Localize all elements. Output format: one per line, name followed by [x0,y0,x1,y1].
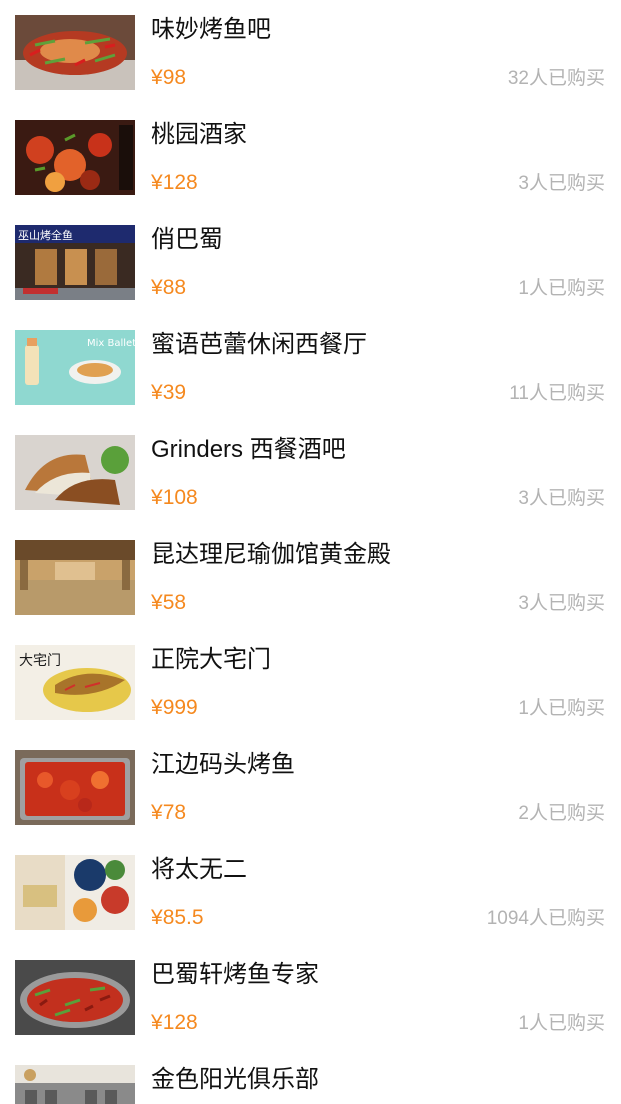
list-item[interactable]: 将太无二 ¥85.5 1094人已购买 [0,840,621,945]
price-value: 128 [162,1011,198,1034]
item-thumbnail [15,15,135,90]
item-thumbnail [15,855,135,930]
sold-count: 11人已购买 [509,383,605,404]
item-thumbnail [15,540,135,615]
list-item[interactable]: 巫山烤全鱼 俏巴蜀 ¥88 1人已购买 [0,210,621,315]
list-item[interactable]: 味妙烤鱼吧 ¥98 32人已购买 [0,0,621,105]
price-value: 999 [162,696,198,719]
list-item[interactable]: 金色阳光俱乐部 [0,1050,621,1104]
item-thumbnail [15,120,135,195]
list-item[interactable]: Mix Ballet 蜜语芭蕾休闲西餐厅 ¥39 11人已购买 [0,315,621,420]
currency-symbol: ¥ [151,381,163,404]
item-thumbnail: 巫山烤全鱼 [15,225,135,300]
item-price: ¥999 [151,694,198,722]
item-thumbnail: 大宅门 [15,645,135,720]
currency-symbol: ¥ [151,696,163,719]
currency-symbol: ¥ [151,801,163,824]
price-value: 108 [162,486,198,509]
sold-count: 1人已购买 [518,1013,605,1034]
item-price: ¥88 [151,274,186,302]
item-price: ¥58 [151,589,186,617]
item-name: 将太无二 [151,856,247,883]
merchant-list: 味妙烤鱼吧 ¥98 32人已购买 桃园酒家 ¥128 3人已购买 巫山烤全鱼 俏… [0,0,621,1104]
currency-symbol: ¥ [151,171,163,194]
item-name: 金色阳光俱乐部 [151,1066,319,1093]
item-price: ¥128 [151,1009,198,1037]
item-name: 江边码头烤鱼 [151,751,295,778]
sold-count: 1094人已购买 [486,908,605,929]
list-item[interactable]: 江边码头烤鱼 ¥78 2人已购买 [0,735,621,840]
item-price: ¥39 [151,379,186,407]
sold-count: 2人已购买 [518,803,605,824]
list-item[interactable]: 巴蜀轩烤鱼专家 ¥128 1人已购买 [0,945,621,1050]
price-value: 78 [162,801,187,824]
price-value: 98 [162,66,187,89]
price-value: 88 [162,276,187,299]
item-price: ¥108 [151,484,198,512]
sold-count: 1人已购买 [518,698,605,719]
item-name: 正院大宅门 [151,646,271,673]
item-price: ¥78 [151,799,186,827]
currency-symbol: ¥ [151,906,163,929]
sold-count: 3人已购买 [518,593,605,614]
dish-calligraphy-text: 大宅门 [19,653,61,669]
item-name: 昆达理尼瑜伽馆黄金殿 [151,541,391,568]
item-name: 味妙烤鱼吧 [151,16,271,43]
price-value: 128 [162,171,198,194]
item-thumbnail: Mix Ballet [15,330,135,405]
list-item[interactable]: 桃园酒家 ¥128 3人已购买 [0,105,621,210]
price-value: 58 [162,591,187,614]
item-thumbnail [15,960,135,1035]
currency-symbol: ¥ [151,1011,163,1034]
item-name: 桃园酒家 [151,121,247,148]
item-name: 俏巴蜀 [151,226,223,253]
item-thumbnail [15,435,135,510]
currency-symbol: ¥ [151,276,163,299]
item-price: ¥98 [151,64,186,92]
price-value: 39 [162,381,187,404]
currency-symbol: ¥ [151,486,163,509]
menu-brand-text: Mix Ballet [87,338,135,349]
currency-symbol: ¥ [151,591,163,614]
sold-count: 3人已购买 [518,173,605,194]
item-name: 巴蜀轩烤鱼专家 [151,961,319,988]
item-name: Grinders 西餐酒吧 [151,436,346,463]
sold-count: 1人已购买 [518,278,605,299]
storefront-sign-text: 巫山烤全鱼 [18,228,73,242]
price-value: 85.5 [162,906,204,929]
item-thumbnail [15,750,135,825]
currency-symbol: ¥ [151,66,163,89]
list-item[interactable]: 昆达理尼瑜伽馆黄金殿 ¥58 3人已购买 [0,525,621,630]
sold-count: 32人已购买 [507,68,605,89]
sold-count: 3人已购买 [518,488,605,509]
item-name: 蜜语芭蕾休闲西餐厅 [151,331,367,358]
item-thumbnail [15,1065,135,1104]
list-item[interactable]: Grinders 西餐酒吧 ¥108 3人已购买 [0,420,621,525]
item-price: ¥128 [151,169,198,197]
item-price: ¥85.5 [151,904,204,932]
list-item[interactable]: 大宅门 正院大宅门 ¥999 1人已购买 [0,630,621,735]
